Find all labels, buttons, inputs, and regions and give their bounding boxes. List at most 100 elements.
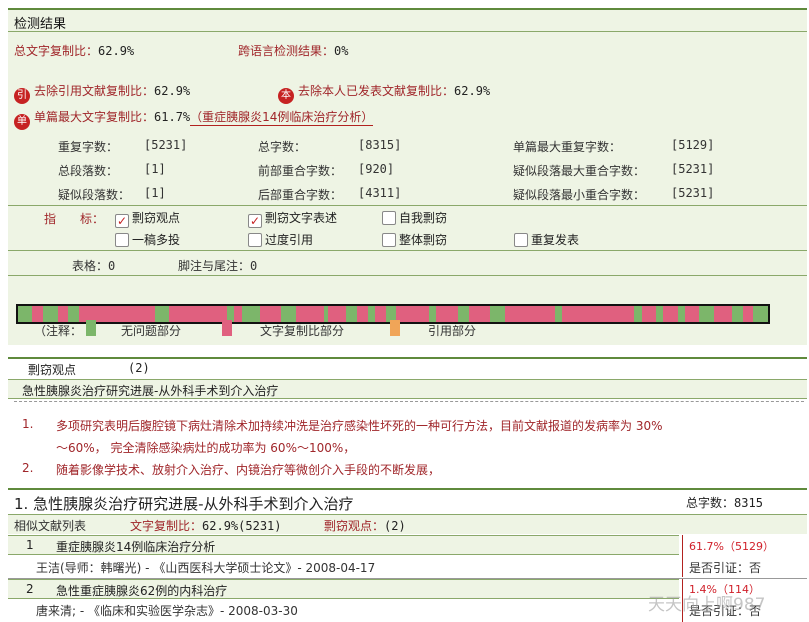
exclude-self-ratio: 本去除本人已发表文献复制比：62.9% [278, 82, 490, 104]
indicator-checkbox[interactable]: ✓ 剽窃观点 [115, 209, 180, 228]
tables-value: 0 [108, 259, 116, 273]
bar-segment [663, 306, 678, 322]
self-published-icon: 本 [278, 88, 294, 104]
copy-ratio-value: 62.9%(5231) [202, 519, 282, 533]
bar-segment [490, 306, 505, 322]
indicator-label: 指 标： [44, 212, 105, 226]
total-copy-ratio: 总文字复制比：62.9% [14, 42, 134, 59]
legend-swatch-orange [390, 320, 400, 336]
indicator-checkbox[interactable]: 重复发表 [514, 231, 579, 248]
plag-value: (2) [384, 519, 406, 533]
legend-note: （注释： [34, 324, 83, 338]
summary-bar: 相似文献列表 文字复制比：62.9%(5231) 剽窃观点：(2) [8, 514, 807, 534]
single-max-value: 61.7% [154, 110, 191, 124]
indicator-text: 自我剽窃 [399, 211, 448, 225]
excl-self-value: 62.9% [454, 84, 491, 98]
bar-segment [699, 306, 714, 322]
bar-segment [155, 306, 170, 322]
bar-segment [468, 306, 491, 322]
stat-value: [5231] [671, 186, 715, 200]
indicator-checkbox[interactable]: 自我剽窃 [382, 209, 447, 226]
bar-segment [742, 306, 754, 322]
divider [8, 250, 807, 251]
bar-segment [656, 306, 664, 322]
bar-segment [634, 306, 642, 322]
section-count: (2) [128, 361, 150, 375]
bar-segment [328, 306, 347, 322]
stat-label: 总字数： [258, 140, 307, 154]
stat-value: [920] [358, 162, 395, 176]
bar-segment [641, 306, 657, 322]
total-words-label: 总字数： [686, 496, 735, 510]
doc-source: 唐来清; - 《临床和实验医学杂志》- 2008-03-30 [36, 604, 298, 618]
stat-label: 疑似段落最大重合字数： [513, 164, 646, 178]
section-title: 剽窃观点 [28, 363, 77, 377]
stat-value: [8315] [358, 138, 402, 152]
bar-segment [18, 306, 33, 322]
indicator-checkbox[interactable]: 一稿多投 [115, 231, 180, 248]
divider [8, 275, 807, 276]
similar-doc-title[interactable]: 急性重症胰腺炎62例的内科治疗 [56, 582, 227, 599]
indicator-text: 过度引用 [265, 233, 314, 247]
watermark: 天天向上啊987 [648, 595, 766, 615]
single-max-doc-link[interactable]: （重症胰腺炎14例临床治疗分析） [190, 110, 374, 126]
bar-segment [356, 306, 368, 322]
similar-doc-row[interactable]: 2 急性重症胰腺炎62例的内科治疗 [8, 579, 679, 599]
plag-label: 剽窃观点： [324, 519, 385, 533]
similar-doc-row[interactable]: 1 重症胰腺炎14例临床治疗分析 [8, 535, 679, 555]
cross-lang-label: 跨语言检测结果： [238, 44, 335, 58]
legend-swatch-pink [222, 320, 232, 336]
item-number: 2. [22, 461, 34, 475]
excl-ref-label: 去除引用文献复制比： [34, 84, 155, 98]
bar-segment [68, 306, 80, 322]
reference-icon: 引 [14, 88, 30, 104]
plagiarism-viewpoints-panel: 剽窃观点 (2) 急性胰腺炎治疗研究进展-从外科手术到介入治疗 1. 多项研究表… [8, 357, 807, 480]
indicator-text: 一稿多投 [132, 233, 181, 247]
footnote-count: 脚注与尾注：0 [178, 257, 257, 274]
doc-cited-status: 是否引证：否 [689, 561, 762, 575]
indicator-text: 重复发表 [531, 233, 580, 247]
indicator-text: 整体剽窃 [399, 233, 448, 247]
single-max-ratio: 单单篇最大文字复制比：61.7%（重症胰腺炎14例临床治疗分析） [14, 108, 374, 130]
stat-label: 疑似段落数： [58, 188, 131, 202]
bar-segment [43, 306, 58, 322]
stat-label: 单篇最大重复字数： [513, 140, 622, 154]
item-number: 1. [22, 417, 34, 431]
exclude-reference-ratio: 引去除引用文献复制比：62.9% [14, 82, 190, 104]
similar-doc-title[interactable]: 重症胰腺炎14例临床治疗分析 [56, 538, 215, 555]
bar-segment [367, 306, 375, 322]
copy-ratio-summary: 文字复制比：62.9%(5231) [130, 517, 282, 534]
indicator-checkbox[interactable]: ✓ 剽窃文字表述 [248, 209, 337, 228]
stat-label: 重复字数： [58, 140, 119, 154]
doc-number: 2 [26, 582, 34, 596]
footnote-label: 脚注与尾注： [178, 259, 251, 273]
bar-segment [684, 306, 700, 322]
checkbox-empty-icon [382, 211, 396, 225]
panel-title: 检测结果 [8, 10, 807, 32]
stat-value: [5129] [671, 138, 715, 152]
checkbox-empty-icon [115, 233, 129, 247]
stat-label: 总段落数： [58, 164, 119, 178]
excl-self-label: 去除本人已发表文献复制比： [298, 84, 455, 98]
bar-segment [346, 306, 357, 322]
legend-label: 引用部分 [428, 324, 477, 338]
bar-segment [731, 306, 743, 322]
excl-ref-value: 62.9% [154, 84, 191, 98]
bar-segment [259, 306, 282, 322]
bar-segment [562, 306, 635, 322]
stat-value: [5231] [671, 162, 715, 176]
viewpoint-text-cont: ～60%， 完全清除感染病灶的成功率为 60%～100%， [56, 441, 356, 455]
bar-segment [374, 306, 386, 322]
bar-segment [241, 306, 260, 322]
bar-segment [753, 306, 768, 322]
legend-swatch-green [86, 320, 96, 336]
bar-segment [555, 306, 563, 322]
checkbox-empty-icon [514, 233, 528, 247]
doc-title: 急性胰腺炎治疗研究进展-从外科手术到介入治疗 [22, 384, 279, 398]
stat-label: 后部重合字数： [258, 188, 343, 202]
bar-segment [234, 306, 242, 322]
indicator-checkbox[interactable]: 整体剽窃 [382, 231, 447, 248]
stat-value: [1] [144, 186, 166, 200]
tables-label: 表格： [72, 259, 109, 273]
indicator-checkbox[interactable]: 过度引用 [248, 231, 313, 248]
